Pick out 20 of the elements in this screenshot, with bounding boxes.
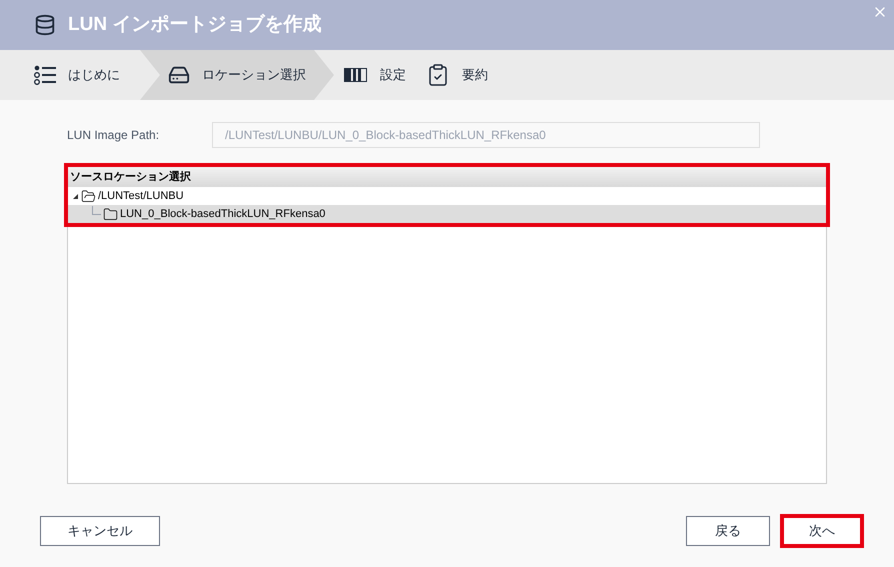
step-tab[interactable]: 要約 [416, 50, 498, 100]
window-title: LUN インポートジョブを作成 [68, 12, 322, 37]
cancel-button[interactable]: キャンセル [40, 516, 160, 546]
bars-icon [344, 68, 368, 82]
list-icon [34, 65, 56, 85]
tree-label: /LUNTest/LUNBU [98, 188, 184, 204]
tree-item[interactable]: LUN_0_Block-basedThickLUN_RFkensa0 [68, 205, 826, 223]
hard-drive-icon [168, 64, 190, 86]
field-label: LUN Image Path: [67, 127, 160, 144]
step-tab[interactable]: ロケーション選択 [140, 50, 334, 100]
back-button[interactable]: 戻る [686, 516, 770, 546]
folder-icon [81, 188, 96, 204]
step-tab[interactable]: 設定 [334, 50, 416, 100]
next-button[interactable]: 次へ [780, 514, 864, 548]
tree-header: ソースロケーション選択 [68, 167, 826, 187]
step-tab[interactable]: はじめに [0, 50, 140, 100]
database-icon [34, 14, 56, 36]
folder-icon [103, 206, 118, 222]
tree-item[interactable]: /LUNTest/LUNBU [68, 187, 826, 205]
collapse-icon[interactable] [73, 194, 78, 198]
